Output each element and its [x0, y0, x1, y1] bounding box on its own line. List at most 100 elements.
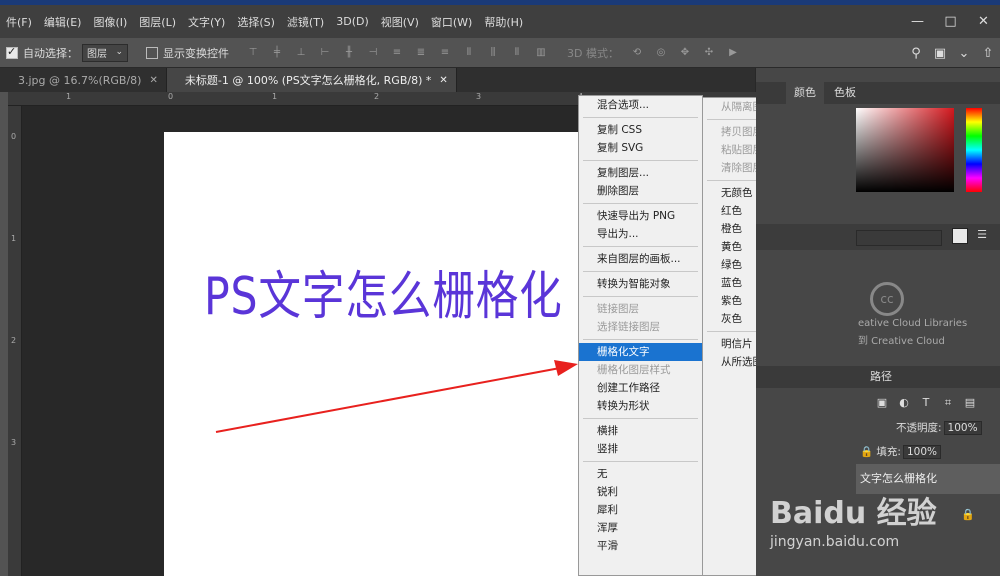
- align-hcenter-icon[interactable]: ╫: [340, 44, 358, 62]
- context-menu-item: 栅格化图层样式: [597, 364, 671, 376]
- close-icon[interactable]: ✕: [439, 75, 447, 86]
- hue-slider[interactable]: [966, 108, 982, 192]
- ruler-tick: 1: [272, 92, 278, 101]
- tab-swatches[interactable]: 色板: [826, 82, 864, 104]
- menu-separator: [583, 296, 698, 297]
- show-transform-label: 显示变换控件: [163, 46, 229, 60]
- menu-item[interactable]: 选择(S): [231, 14, 281, 30]
- close-icon[interactable]: ✕: [967, 14, 1000, 29]
- context-menu-item[interactable]: 来自图层的画板...: [579, 250, 702, 268]
- context-menu-item[interactable]: 锐利: [579, 483, 702, 501]
- smart-object-filter-icon[interactable]: ▤: [962, 396, 978, 410]
- context-menu-item[interactable]: 无: [579, 465, 702, 483]
- align-left-icon[interactable]: ⊢: [316, 44, 334, 62]
- options-right: ⚲ ▣ ⌄ ⇧: [904, 38, 1000, 68]
- search-icon[interactable]: ⚲: [904, 46, 928, 61]
- workspace-icon[interactable]: ▣: [928, 46, 952, 61]
- tab-paths[interactable]: 路径: [870, 366, 892, 388]
- menu-item[interactable]: 视图(V): [375, 14, 425, 30]
- cc-libraries-text: eative Cloud Libraries: [858, 318, 968, 329]
- ruler-tick: 1: [11, 234, 17, 243]
- scale-3d-icon[interactable]: ▶: [724, 44, 742, 62]
- menu-item[interactable]: 窗口(W): [425, 14, 478, 30]
- context-menu-item[interactable]: 转换为智能对象: [579, 275, 702, 293]
- fill-input[interactable]: 100%: [902, 445, 941, 459]
- ruler-tick: 1: [66, 92, 72, 101]
- context-menu-item[interactable]: 复制图层...: [579, 164, 702, 182]
- grid-view-icon[interactable]: [952, 228, 968, 244]
- tab-3jpg[interactable]: 3.jpg @ 16.7%(RGB/8) ✕: [0, 68, 167, 92]
- layer-filter-icons: ▣ ◐ T ⌗ ▤: [874, 396, 984, 410]
- roll-3d-icon[interactable]: ◎: [652, 44, 670, 62]
- tools-panel[interactable]: [0, 92, 8, 576]
- context-menu-item[interactable]: 快速导出为 PNG: [579, 207, 702, 225]
- distribute-hcenter-icon[interactable]: ⫼: [484, 44, 502, 62]
- minimize-icon[interactable]: —: [901, 14, 934, 29]
- menu-item[interactable]: 帮助(H): [478, 14, 529, 30]
- menu-item[interactable]: 图像(I): [87, 14, 133, 30]
- distribute-left-icon[interactable]: ⦀: [460, 44, 478, 62]
- close-icon[interactable]: ✕: [149, 75, 157, 86]
- distribute-top-icon[interactable]: ≡: [388, 44, 406, 62]
- maximize-icon[interactable]: □: [934, 14, 967, 29]
- distribute-vcenter-icon[interactable]: ≣: [412, 44, 430, 62]
- tab-untitled[interactable]: 未标题-1 @ 100% (PS文字怎么栅格化, RGB/8) * ✕: [166, 68, 457, 92]
- auto-select-dropdown[interactable]: 图层 ⌄: [82, 43, 128, 62]
- type-filter-icon[interactable]: T: [918, 396, 934, 410]
- align-vcenter-icon[interactable]: ╪: [268, 44, 286, 62]
- context-menu-item[interactable]: 复制 CSS: [579, 121, 702, 139]
- share-icon[interactable]: ⇧: [976, 46, 1000, 61]
- opacity-label: 不透明度:: [896, 422, 942, 434]
- show-transform-checkbox[interactable]: [146, 46, 158, 59]
- cc-signin-text: 到 Creative Cloud: [858, 336, 945, 347]
- auto-select-label: 自动选择：: [23, 46, 78, 60]
- tab-color[interactable]: 颜色: [786, 82, 824, 104]
- context-menu-item[interactable]: 犀利: [579, 501, 702, 519]
- context-menu-item[interactable]: 导出为...: [579, 225, 702, 243]
- context-menu-item[interactable]: 浑厚: [579, 519, 702, 537]
- slide-3d-icon[interactable]: ✣: [700, 44, 718, 62]
- menu-item[interactable]: 滤镜(T): [281, 14, 330, 30]
- distribute-bottom-icon[interactable]: ≡: [436, 44, 454, 62]
- menu-item[interactable]: 文字(Y): [182, 14, 231, 30]
- distribute-right-icon[interactable]: ⦀: [508, 44, 526, 62]
- libraries-dropdown[interactable]: [856, 230, 942, 246]
- context-menu-item[interactable]: 横排: [579, 422, 702, 440]
- window-controls: — □ ✕: [901, 5, 1000, 38]
- menu-separator: [583, 117, 698, 118]
- image-filter-icon[interactable]: ▣: [874, 396, 890, 410]
- orbit-3d-icon[interactable]: ⟲: [628, 44, 646, 62]
- pan-3d-icon[interactable]: ✥: [676, 44, 694, 62]
- menu-separator: [583, 339, 698, 340]
- shape-filter-icon[interactable]: ⌗: [940, 396, 956, 410]
- context-menu-item[interactable]: 竖排: [579, 440, 702, 458]
- chevron-down-icon[interactable]: ⌄: [952, 46, 976, 61]
- context-menu-item[interactable]: 删除图层: [579, 182, 702, 200]
- menu-item[interactable]: 3D(D): [330, 15, 375, 28]
- baidu-watermark: Baidu 经验 jingyan.baidu.com: [760, 478, 1000, 576]
- context-menu-item[interactable]: 混合选项...: [579, 96, 702, 114]
- context-menu-item[interactable]: 平滑: [579, 537, 702, 555]
- align-bottom-icon[interactable]: ⊥: [292, 44, 310, 62]
- lock-icon[interactable]: 🔒: [860, 446, 873, 458]
- context-menu-item[interactable]: 创建工作路径: [579, 379, 702, 397]
- tab-label: 未标题-1 @ 100% (PS文字怎么栅格化, RGB/8) *: [184, 74, 432, 87]
- menu-item[interactable]: 件(F): [0, 14, 38, 30]
- menu-bar: 件(F) 编辑(E) 图像(I) 图层(L) 文字(Y) 选择(S) 滤镜(T) 3D(D) 视…: [0, 5, 1000, 38]
- ruler-tick: 3: [476, 92, 482, 101]
- menu-separator: [583, 203, 698, 204]
- align-top-icon[interactable]: ⊤: [244, 44, 262, 62]
- color-picker-field[interactable]: [856, 108, 954, 192]
- adjustment-filter-icon[interactable]: ◐: [896, 396, 912, 410]
- auto-align-icon[interactable]: ▥: [532, 44, 550, 62]
- context-menu-item[interactable]: 复制 SVG: [579, 139, 702, 157]
- context-menu-item[interactable]: 栅格化文字: [579, 343, 702, 361]
- menu-item[interactable]: 编辑(E): [38, 14, 88, 30]
- align-right-icon[interactable]: ⊣: [364, 44, 382, 62]
- menu-item[interactable]: 图层(L): [133, 14, 182, 30]
- opacity-input[interactable]: 100%: [943, 421, 982, 435]
- arrow-head: [554, 360, 578, 376]
- list-view-icon[interactable]: ☰: [974, 228, 990, 244]
- auto-select-checkbox[interactable]: [6, 45, 18, 59]
- context-menu-item[interactable]: 转换为形状: [579, 397, 702, 415]
